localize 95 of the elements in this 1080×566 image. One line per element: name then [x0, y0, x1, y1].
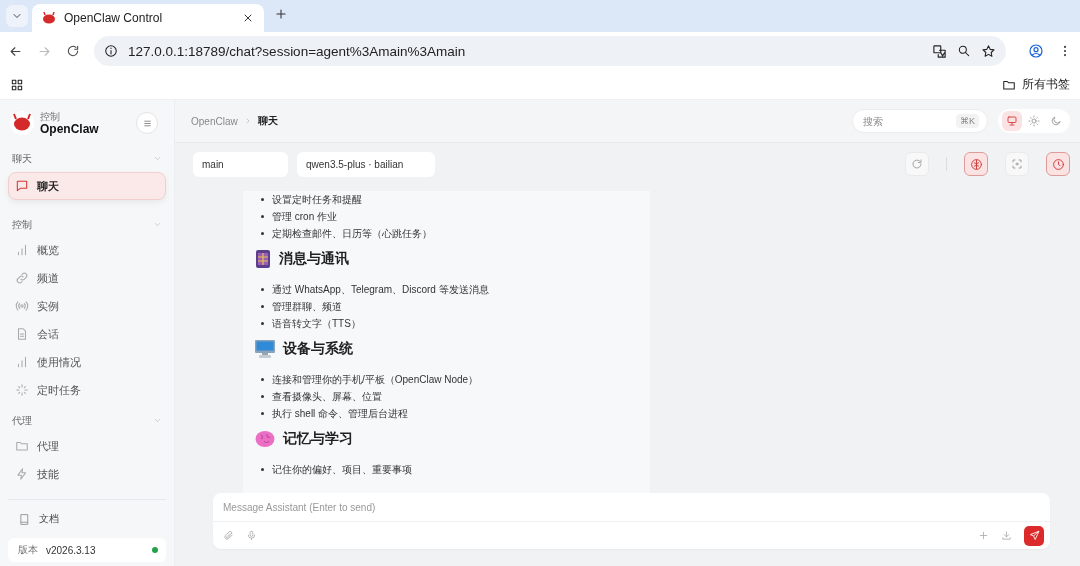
sun-icon	[1028, 115, 1040, 127]
list-item: 连接和管理你的手机/平板（OpenClaw Node）	[272, 372, 479, 387]
list-item: 管理 cron 作业	[272, 209, 337, 224]
bullet-icon	[261, 322, 264, 325]
star-icon	[981, 43, 996, 59]
message-input[interactable]: Message Assistant (Enter to send)	[213, 493, 1050, 522]
tab-search-button[interactable]	[6, 5, 28, 27]
download-icon	[1001, 530, 1012, 541]
bullet-icon	[261, 412, 264, 415]
docs-link[interactable]: 文档	[8, 506, 166, 532]
list-item: 通过 WhatsApp、Telegram、Discord 等发送消息	[272, 282, 489, 297]
nav-item[interactable]: 代理	[8, 432, 166, 460]
book-icon	[18, 512, 31, 526]
crab-logo	[10, 111, 34, 135]
version-number: v2026.3.13	[46, 544, 97, 556]
bullet-icon	[261, 215, 264, 218]
nav-item[interactable]: 使用情况	[8, 348, 166, 376]
toolbar-button[interactable]	[1046, 152, 1070, 176]
list-item: 设置定时任务和提醒	[272, 192, 362, 207]
menu-button[interactable]	[136, 112, 158, 134]
new-tab-icon	[274, 7, 288, 21]
focus-icon	[1011, 158, 1023, 170]
bullet-icon	[261, 288, 264, 291]
nav-group-label: 控制	[12, 218, 32, 232]
nav-item[interactable]: 频道	[8, 264, 166, 292]
info-icon	[104, 44, 118, 58]
address-bar[interactable]: 127.0.0.1:18789/chat?session=agent%3Amain%3Amain	[94, 36, 1006, 66]
section-heading: 设备与系统	[283, 340, 353, 358]
computer-icon	[255, 340, 275, 358]
profile-icon	[1028, 43, 1044, 59]
microphone-icon	[246, 530, 257, 541]
nav-item[interactable]: 实例	[8, 292, 166, 320]
message-composer[interactable]: Message Assistant (Enter to send)	[213, 493, 1050, 549]
list-item: 执行 shell 命令、管理后台进程	[272, 406, 409, 421]
zoom-icon	[957, 44, 971, 58]
nav-group-label: 代理	[12, 414, 32, 428]
lightning-icon	[15, 467, 29, 481]
bullet-icon	[261, 395, 264, 398]
folder-icon	[15, 439, 29, 453]
refresh-icon	[911, 158, 923, 170]
section-heading: 消息与通讯	[279, 250, 349, 268]
nav-item[interactable]: 会话	[8, 320, 166, 348]
brand-caption: 控制	[40, 110, 61, 122]
microphone-button[interactable]	[246, 530, 257, 541]
search-input[interactable]: 搜索	[861, 114, 952, 128]
chat-icon	[15, 179, 29, 193]
send-button[interactable]	[1024, 525, 1044, 546]
crab-icon	[42, 12, 56, 24]
list-item: 定期检查邮件、日历等（心跳任务）	[272, 226, 432, 241]
send-icon	[1028, 530, 1040, 541]
bullet-icon	[261, 232, 264, 235]
paperclip-icon	[223, 530, 234, 541]
bullet-icon	[261, 198, 264, 201]
bookmarks-folder[interactable]: 所有书签	[1022, 76, 1070, 93]
add-button[interactable]	[978, 530, 989, 541]
tab-title: OpenClaw Control	[64, 11, 164, 25]
abacus-icon	[255, 250, 271, 268]
list-item: 查看摄像头、屏幕、位置	[272, 389, 382, 404]
list-item: 记住你的偏好、项目、重要事项	[272, 462, 412, 477]
list-item: 管理群聊、频道	[272, 299, 342, 314]
nav-item[interactable]: 概览	[8, 236, 166, 264]
list-item: 语音转文字（TTS）	[272, 316, 361, 331]
version-label: 版本	[18, 543, 38, 557]
plus-icon	[978, 530, 989, 541]
reload-icon	[66, 44, 80, 58]
brand-name: OpenClaw	[40, 121, 100, 136]
theme-button[interactable]	[1002, 111, 1022, 131]
bullet-icon	[261, 305, 264, 308]
nav-item[interactable]: 技能	[8, 460, 166, 488]
nav-item[interactable]: 聊天	[8, 172, 166, 200]
nav-group-label: 聊天	[12, 152, 32, 166]
close-icon	[242, 12, 254, 24]
bullet-icon	[261, 378, 264, 381]
attach-button[interactable]	[223, 530, 234, 541]
moon-icon	[1050, 115, 1062, 127]
browser-tab[interactable]: OpenClaw Control	[32, 4, 264, 32]
toolbar-button[interactable]	[964, 152, 988, 176]
loader-icon	[15, 383, 29, 397]
translate-icon	[932, 43, 947, 59]
download-button[interactable]	[1001, 530, 1012, 541]
link-icon	[15, 271, 29, 285]
breadcrumb-current: 聊天	[257, 114, 278, 128]
clock-icon	[1051, 157, 1065, 171]
document-icon	[15, 327, 29, 341]
model-select[interactable]: qwen3.5-plus · bailian	[297, 151, 435, 177]
section-heading: 记忆与学习	[283, 430, 353, 448]
bullet-icon	[261, 468, 264, 471]
monitor-icon	[1006, 115, 1018, 127]
nav-item[interactable]: 定时任务	[8, 376, 166, 404]
broadcast-icon	[15, 299, 29, 313]
apps-icon	[10, 77, 24, 92]
bar-chart-icon	[15, 243, 29, 257]
shortcut-hint: ⌘K	[956, 114, 979, 128]
session-select[interactable]: main	[193, 151, 288, 177]
bar-chart-icon	[15, 355, 29, 369]
